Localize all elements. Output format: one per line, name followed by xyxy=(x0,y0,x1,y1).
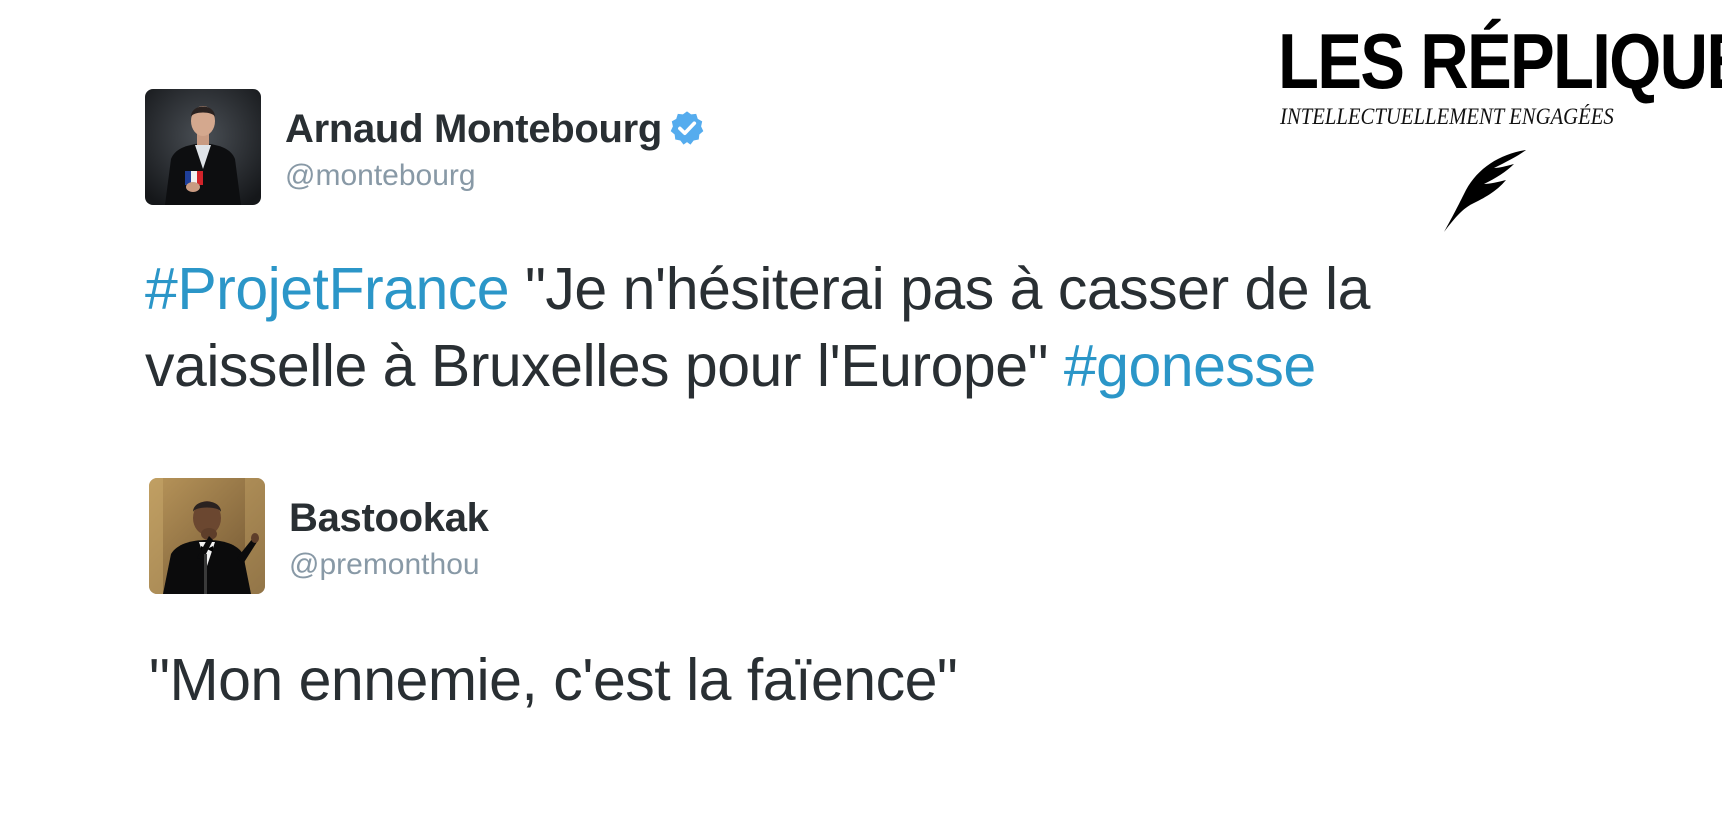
tweet: Bastookak @premonthou "Mon ennemie, c'es… xyxy=(149,478,1489,719)
verified-badge-icon xyxy=(670,111,704,145)
hashtag-link[interactable]: #ProjetFrance xyxy=(145,256,510,322)
user-handle[interactable]: @montebourg xyxy=(285,159,706,193)
user-info: Bastookak @premonthou xyxy=(289,496,489,582)
avatar[interactable] xyxy=(145,89,261,205)
hashtag-link[interactable]: #gonesse xyxy=(1064,333,1316,399)
tweet-text: #ProjetFrance "Je n'hésiterai pas à cass… xyxy=(145,251,1505,405)
user-info: Arnaud Montebourg @montebourg xyxy=(285,107,706,193)
user-handle[interactable]: @premonthou xyxy=(289,548,489,582)
display-name[interactable]: Arnaud Montebourg xyxy=(285,107,662,151)
avatar[interactable] xyxy=(149,478,265,594)
tweet: Arnaud Montebourg @montebourg #ProjetFra… xyxy=(145,89,1485,405)
tweet-header: Bastookak @premonthou xyxy=(149,478,1489,596)
display-name[interactable]: Bastookak xyxy=(289,496,489,540)
tweet-header: Arnaud Montebourg @montebourg xyxy=(145,89,1485,207)
tweet-text: "Mon ennemie, c'est la faïence" xyxy=(149,647,958,713)
